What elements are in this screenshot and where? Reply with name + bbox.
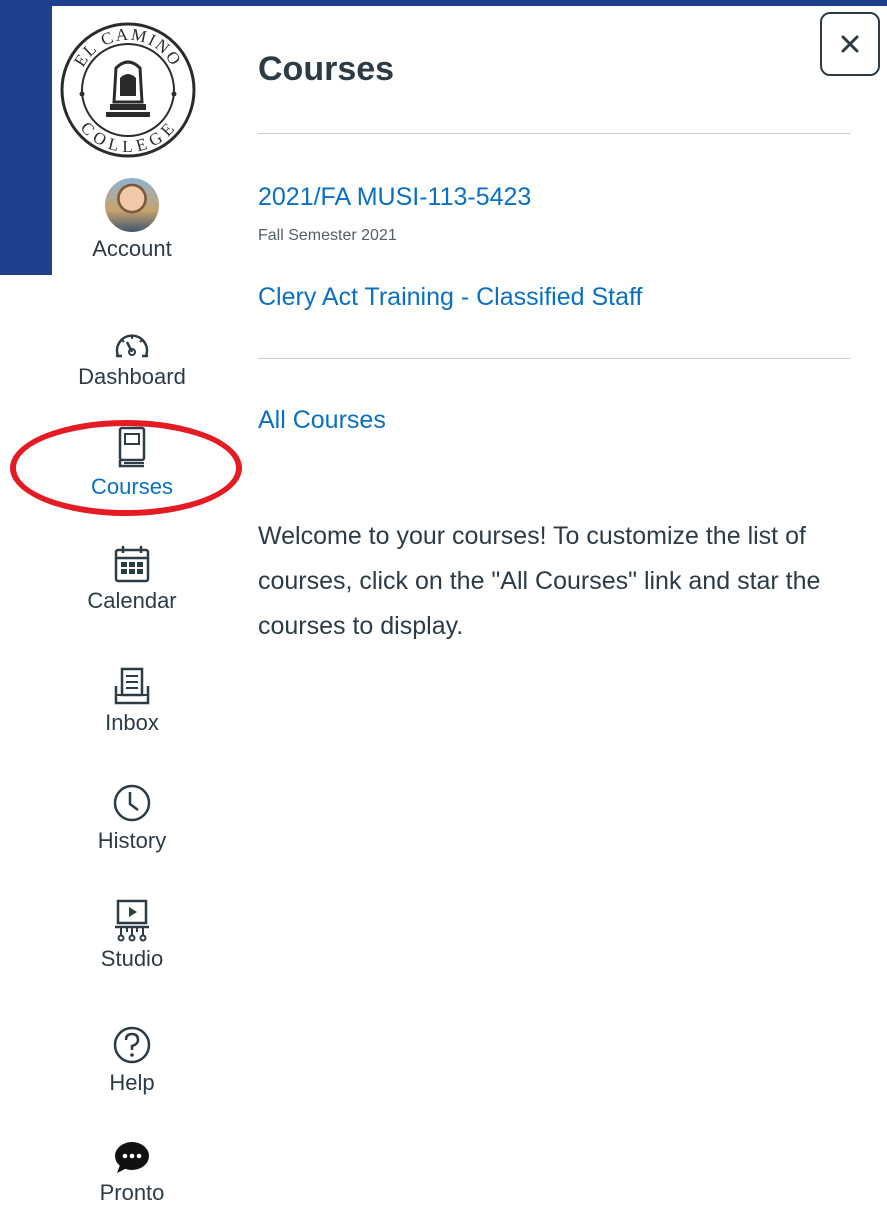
nav-studio-label: Studio xyxy=(100,946,164,971)
college-logo[interactable]: EL CAMINO COLLEGE xyxy=(58,20,198,160)
nav-help-label: Help xyxy=(109,1070,155,1095)
help-icon xyxy=(113,1026,151,1064)
calendar-icon xyxy=(114,546,150,583)
tray-title: Courses xyxy=(258,50,395,88)
nav-inbox-label: Inbox xyxy=(105,710,159,735)
pronto-icon xyxy=(115,1142,149,1173)
nav-courses-label: Courses xyxy=(91,474,173,499)
nav-studio[interactable]: Studio xyxy=(52,898,212,972)
nav-pronto[interactable]: Pronto xyxy=(52,1140,212,1206)
nav-account[interactable]: Account xyxy=(52,178,212,262)
avatar xyxy=(105,178,159,232)
brand-strip xyxy=(0,0,52,275)
course-term: Fall Semester 2021 xyxy=(258,227,397,244)
nav-dashboard[interactable]: Dashboard xyxy=(52,330,212,390)
nav-dashboard-label: Dashboard xyxy=(78,364,186,389)
welcome-message: Welcome to your courses! To customize th… xyxy=(258,522,821,640)
studio-icon xyxy=(115,899,149,942)
nav-courses[interactable]: Courses xyxy=(52,426,212,500)
logo-seal: EL CAMINO COLLEGE xyxy=(60,22,196,158)
divider xyxy=(258,358,850,359)
close-button[interactable] xyxy=(820,12,880,76)
nav-calendar[interactable]: Calendar xyxy=(52,544,212,614)
course-link[interactable]: Clery Act Training - Classified Staff xyxy=(258,283,642,312)
all-courses-link[interactable]: All Courses xyxy=(258,406,386,435)
inbox-icon xyxy=(114,667,150,705)
nav-history-label: History xyxy=(97,828,167,853)
nav-account-label: Account xyxy=(92,236,172,261)
close-icon xyxy=(841,35,859,53)
divider xyxy=(258,133,850,134)
course-link[interactable]: 2021/FA MUSI-113-5423 xyxy=(258,183,531,212)
courses-icon xyxy=(118,426,146,468)
nav-inbox[interactable]: Inbox xyxy=(52,666,212,736)
history-icon xyxy=(113,784,151,822)
dashboard-icon xyxy=(115,334,149,358)
nav-calendar-label: Calendar xyxy=(87,588,177,613)
nav-pronto-label: Pronto xyxy=(99,1180,165,1205)
nav-help[interactable]: Help xyxy=(52,1024,212,1096)
nav-history[interactable]: History xyxy=(52,782,212,854)
